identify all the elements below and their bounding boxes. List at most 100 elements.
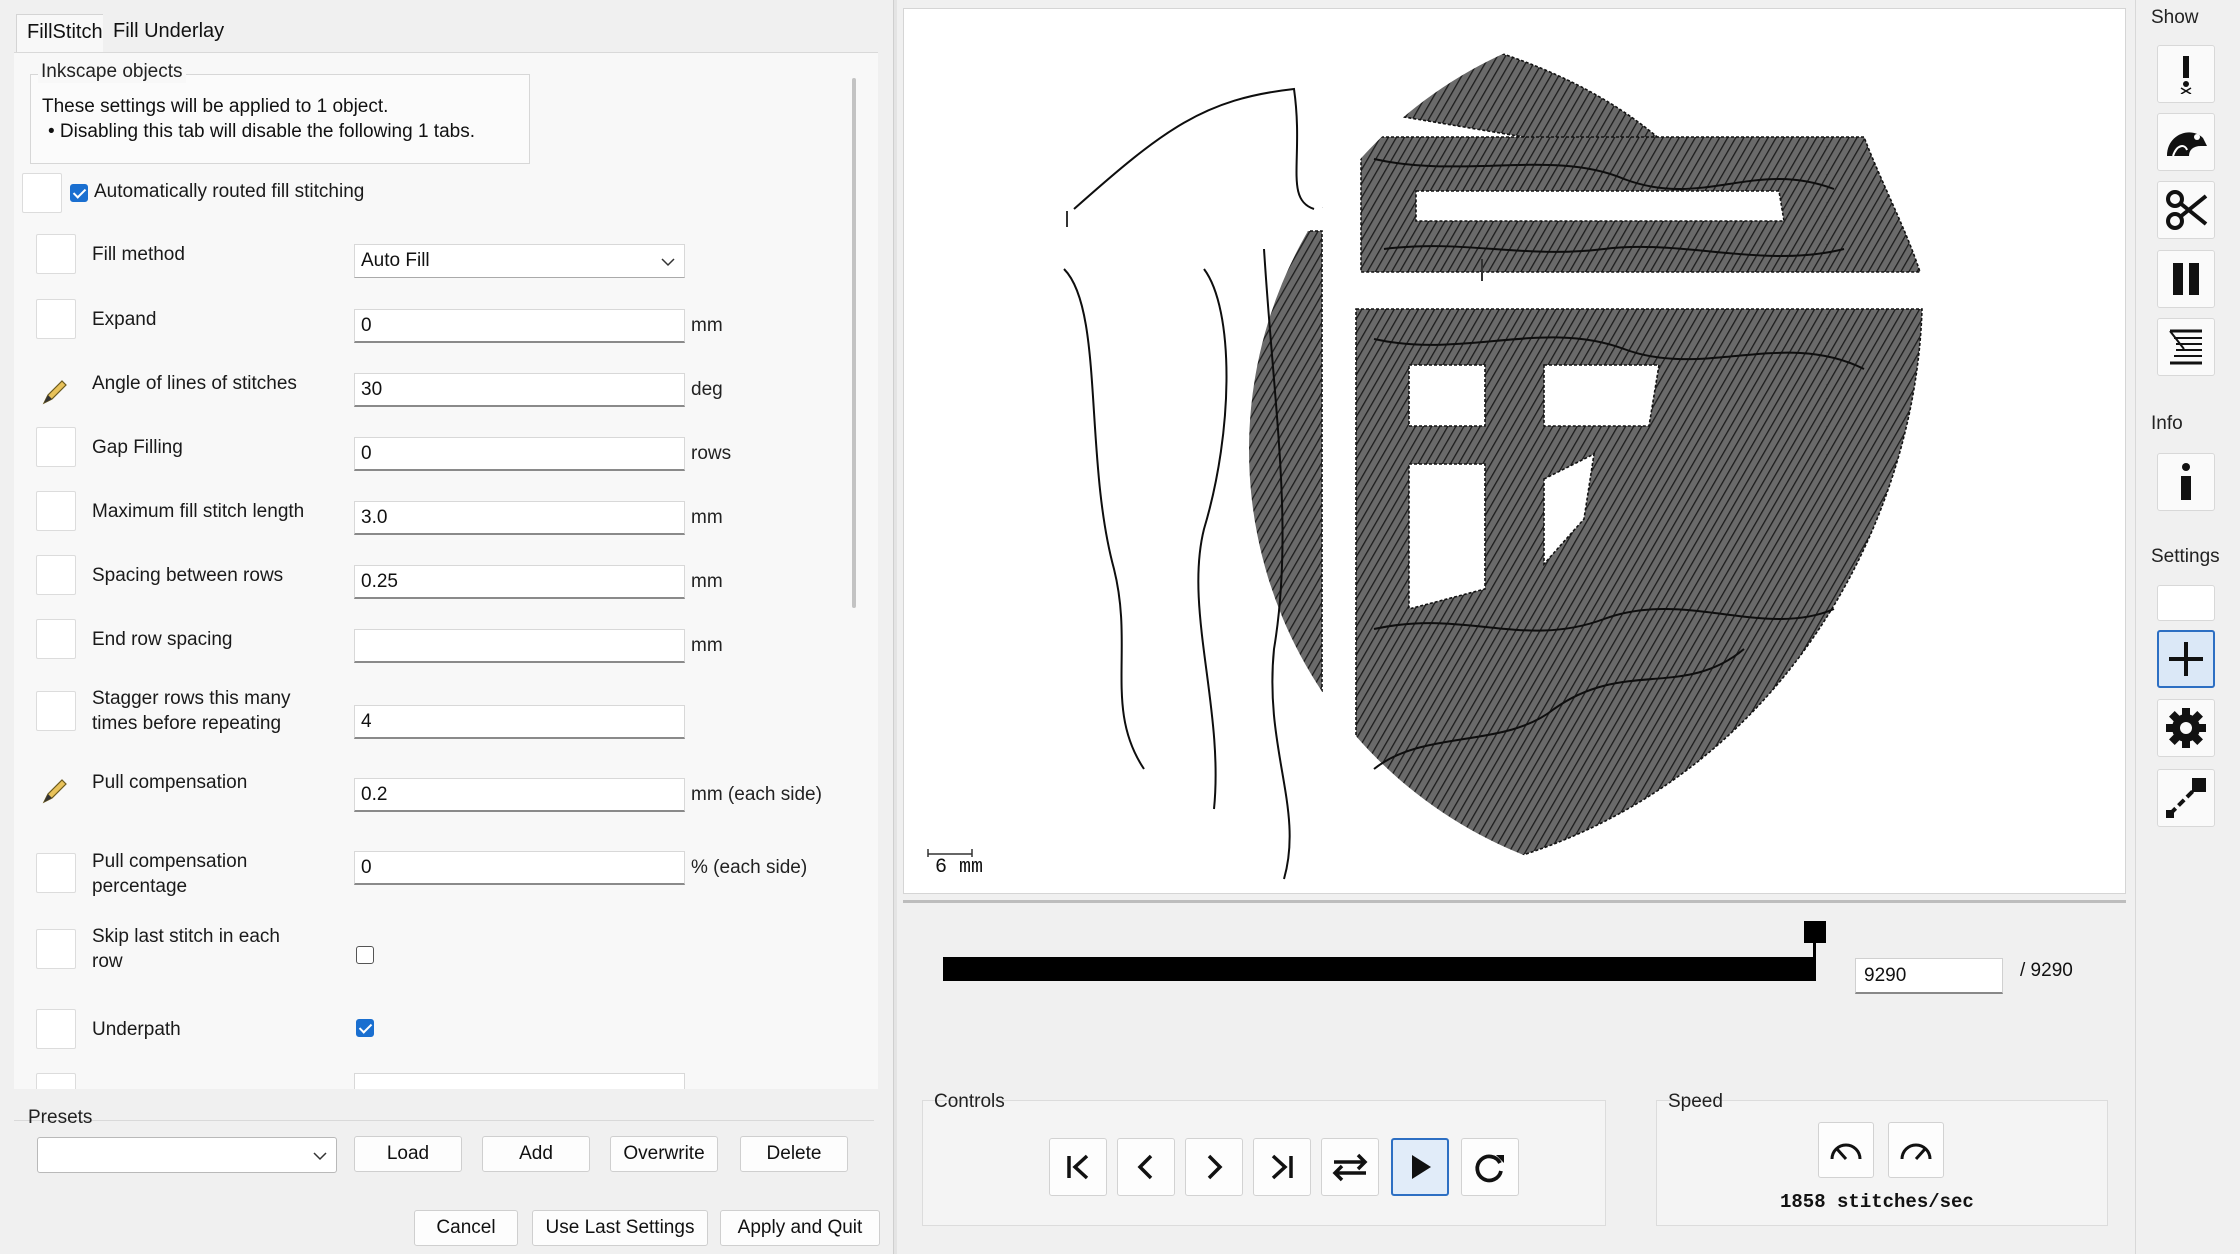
gear-icon [2166, 708, 2206, 748]
param-toggle-box[interactable] [22, 173, 62, 213]
jump-to-end-button[interactable] [1253, 1138, 1311, 1196]
info-button[interactable] [2157, 453, 2215, 511]
scissors-icon [2166, 190, 2208, 230]
show-section-label: Show [2151, 7, 2199, 28]
inkscape-objects-line1: These settings will be applied to 1 obje… [42, 96, 389, 117]
crosshair-button[interactable] [2157, 630, 2215, 688]
play-button[interactable] [1391, 1138, 1449, 1196]
crosshair-plus-icon [2169, 642, 2203, 676]
toggle-jumps-button[interactable] [2157, 113, 2215, 171]
expand-label: Expand [92, 309, 157, 330]
slider-thumb[interactable] [1804, 921, 1826, 943]
expand-input[interactable]: 0 [354, 309, 685, 343]
jump-to-start-icon [1067, 1154, 1089, 1180]
tab-fill-underlay[interactable]: Fill Underlay [103, 14, 235, 52]
param-toggle-box[interactable] [36, 555, 76, 595]
pull-comp-input[interactable]: 0.2 [354, 778, 685, 812]
gap-label: Gap Filling [92, 437, 183, 458]
preset-load-button[interactable]: Load [354, 1136, 462, 1172]
controls-title: Controls [934, 1091, 1005, 1112]
step-back-button[interactable] [1117, 1138, 1175, 1196]
param-toggle-box[interactable] [36, 691, 76, 731]
inkscape-objects-line2: • Disabling this tab will disable the fo… [48, 121, 475, 142]
end-row-label: End row spacing [92, 629, 233, 650]
end-row-unit: mm [691, 635, 723, 656]
fast-speed-icon [1900, 1143, 1932, 1161]
toggle-commands-button[interactable] [2157, 318, 2215, 376]
use-last-settings-button[interactable]: Use Last Settings [532, 1210, 708, 1246]
tab-fillstitch[interactable]: FillStitch [16, 14, 114, 52]
stagger-label-line1: Stagger rows this many [92, 688, 291, 709]
settings-section-label: Settings [2151, 546, 2220, 567]
param-toggle-box[interactable] [36, 1009, 76, 1049]
stitch-progress-slider[interactable] [943, 957, 1815, 981]
spacing-input[interactable]: 0.25 [354, 565, 685, 599]
step-back-icon [1137, 1154, 1153, 1180]
step-forward-button[interactable] [1185, 1138, 1243, 1196]
param-toggle-box[interactable] [36, 234, 76, 274]
param-toggle-box[interactable] [36, 299, 76, 339]
apply-and-quit-button[interactable]: Apply and Quit [720, 1210, 880, 1246]
inkscape-objects-title: Inkscape objects [38, 61, 186, 83]
settings-button[interactable] [2157, 699, 2215, 757]
panel-divider[interactable] [893, 0, 897, 1254]
faster-button[interactable] [1888, 1122, 1944, 1178]
pull-pct-label-line2: percentage [92, 876, 188, 897]
fill-method-value: Auto Fill [361, 250, 430, 271]
toggle-trims-button[interactable] [2157, 181, 2215, 239]
param-toggle-box[interactable] [36, 929, 76, 969]
end-row-input[interactable] [354, 629, 685, 663]
param-toggle-box[interactable] [36, 491, 76, 531]
param-toggle-box[interactable] [36, 619, 76, 659]
stagger-input[interactable]: 4 [354, 705, 685, 739]
gap-input[interactable]: 0 [354, 437, 685, 471]
jump-stitch-icon [2167, 132, 2207, 157]
gap-unit: rows [691, 443, 732, 464]
pull-pct-label-line1: Pull compensation [92, 851, 248, 872]
restart-icon [1475, 1154, 1504, 1183]
line-handle-icon [2166, 778, 2206, 818]
toggle-warnings-button[interactable] [2157, 45, 2215, 103]
param-toggle-box[interactable] [36, 427, 76, 467]
max-len-label: Maximum fill stitch length [92, 501, 305, 522]
skip-last-checkbox[interactable] [356, 946, 374, 964]
info-section-label: Info [2151, 413, 2183, 434]
line-handle-button[interactable] [2157, 769, 2215, 827]
design-part-left-block [1249, 230, 1323, 885]
param-toggle-box[interactable] [36, 1073, 76, 1089]
fill-method-label: Fill method [92, 244, 185, 265]
param-toggle-box[interactable] [36, 853, 76, 893]
jump-to-start-button[interactable] [1049, 1138, 1107, 1196]
underpath-checkbox[interactable] [356, 1019, 374, 1037]
preset-overwrite-button[interactable]: Overwrite [610, 1136, 718, 1172]
restart-button[interactable] [1461, 1138, 1519, 1196]
preset-select[interactable] [37, 1137, 337, 1173]
pencil-icon [42, 380, 67, 405]
cancel-button[interactable]: Cancel [414, 1210, 518, 1246]
info-icon [2181, 463, 2191, 500]
settings-panel: FillStitch Fill Underlay Inkscape object… [0, 0, 893, 1254]
canvas-splitter[interactable] [903, 900, 2126, 903]
step-forward-icon [1207, 1154, 1223, 1180]
scrollbar[interactable] [852, 78, 856, 608]
blank-toggle[interactable] [2157, 585, 2215, 621]
hidden-param-input[interactable] [354, 1073, 685, 1089]
stitch-preview-canvas[interactable] [903, 8, 2126, 894]
preset-add-button[interactable]: Add [482, 1136, 590, 1172]
toggle-stops-button[interactable] [2157, 250, 2215, 308]
swap-direction-button[interactable] [1321, 1138, 1379, 1196]
current-stitch-input[interactable]: 9290 [1855, 958, 2003, 994]
pull-comp-unit: mm (each side) [691, 784, 822, 805]
auto-routed-checkbox[interactable] [70, 184, 88, 202]
pull-pct-input[interactable]: 0 [354, 851, 685, 885]
pull-comp-label: Pull compensation [92, 772, 248, 793]
fill-method-select[interactable]: Auto Fill [354, 244, 685, 278]
max-len-input[interactable]: 3.0 [354, 501, 685, 535]
inkscape-objects-box [30, 74, 530, 164]
angle-input[interactable]: 30 [354, 373, 685, 407]
skip-last-label-line2: row [92, 951, 123, 972]
slower-button[interactable] [1818, 1122, 1874, 1178]
total-stitch-label: / 9290 [2020, 960, 2073, 981]
preset-delete-button[interactable]: Delete [740, 1136, 848, 1172]
angle-label: Angle of lines of stitches [92, 373, 297, 394]
